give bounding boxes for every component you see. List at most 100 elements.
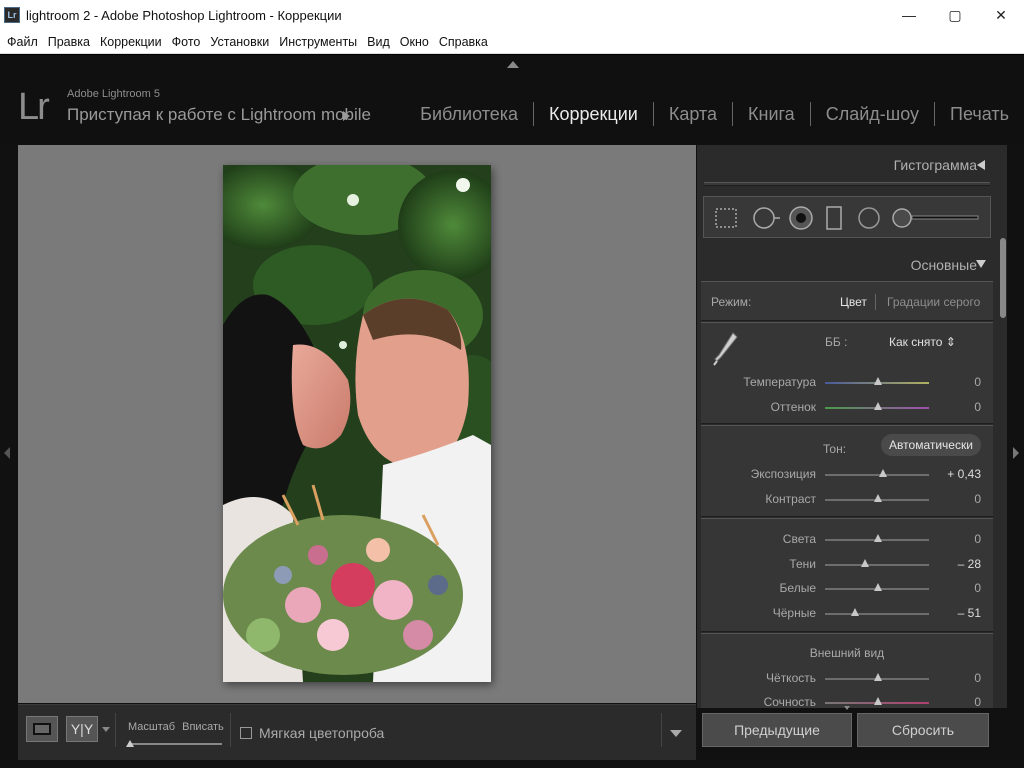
before-after-button[interactable]: Y|Y bbox=[66, 716, 98, 742]
shadows-label: Тени bbox=[789, 557, 816, 571]
tint-value[interactable]: 0 bbox=[931, 400, 981, 414]
menu-help[interactable]: Справка bbox=[436, 35, 495, 49]
zoom-slider-thumb[interactable] bbox=[126, 740, 134, 747]
exposure-value[interactable]: + 0,43 bbox=[931, 467, 981, 481]
temperature-slider-thumb[interactable] bbox=[874, 377, 882, 385]
collapse-right-panel-icon[interactable] bbox=[1013, 447, 1019, 459]
clarity-value[interactable]: 0 bbox=[931, 671, 981, 685]
treatment-label: Режим: bbox=[711, 295, 752, 309]
whites-slider-thumb[interactable] bbox=[874, 583, 882, 591]
menu-tools[interactable]: Инструменты bbox=[276, 35, 364, 49]
module-develop[interactable]: Коррекции bbox=[534, 104, 653, 125]
reset-button[interactable]: Сбросить bbox=[857, 713, 989, 747]
blacks-slider-thumb[interactable] bbox=[851, 608, 859, 616]
treatment-grayscale-option[interactable]: Градации серого bbox=[887, 295, 980, 309]
module-library[interactable]: Библиотека bbox=[405, 104, 533, 125]
exposure-slider-track[interactable] bbox=[825, 474, 929, 476]
zoom-value[interactable]: Вписать bbox=[182, 721, 224, 733]
window-controls: — ▢ ✕ bbox=[886, 0, 1024, 30]
spot-removal-icon[interactable] bbox=[752, 206, 782, 230]
basic-panel-collapse-icon[interactable] bbox=[976, 260, 986, 268]
identity-plate-text[interactable]: Приступая к работе с Lightroom mobile bbox=[67, 105, 371, 125]
develop-tool-strip bbox=[703, 196, 991, 238]
highlights-value[interactable]: 0 bbox=[931, 532, 981, 546]
tone-label: Тон: bbox=[823, 442, 847, 456]
crop-overlay-icon[interactable] bbox=[714, 206, 738, 230]
highlights-label: Света bbox=[782, 532, 816, 546]
zoom-title: Масштаб bbox=[128, 721, 176, 733]
module-slideshow[interactable]: Слайд-шоу bbox=[811, 104, 934, 125]
zoom-slider-track[interactable] bbox=[128, 743, 222, 745]
bottom-toolbar: Y|Y Масштаб Вписать Мягкая цветопроба bbox=[18, 704, 696, 760]
right-panel-scrollbar[interactable] bbox=[1000, 238, 1006, 318]
highlights-slider-thumb[interactable] bbox=[874, 534, 882, 542]
menu-settings[interactable]: Установки bbox=[207, 35, 276, 49]
blacks-label: Чёрные bbox=[772, 606, 816, 620]
tone-detail-section: Света 0 Тени – 28 Белые 0 Чёрные – 51 bbox=[701, 518, 993, 632]
toolbar-divider bbox=[115, 713, 116, 747]
basic-panel-header[interactable]: Основные bbox=[911, 257, 977, 273]
temperature-value[interactable]: 0 bbox=[931, 375, 981, 389]
white-balance-section: ББ : Как снято ⇕ Температура 0 Оттенок 0 bbox=[701, 322, 993, 424]
blacks-value[interactable]: – 51 bbox=[931, 606, 981, 620]
lightroom-version: Adobe Lightroom 5 bbox=[67, 88, 160, 100]
exposure-slider-thumb[interactable] bbox=[879, 469, 887, 477]
module-book[interactable]: Книга bbox=[733, 104, 810, 125]
loupe-view-icon bbox=[33, 723, 51, 735]
whites-value[interactable]: 0 bbox=[931, 581, 981, 595]
treatment-section: Режим: Цвет Градации серого bbox=[701, 281, 993, 321]
menu-develop[interactable]: Коррекции bbox=[97, 35, 169, 49]
collapse-top-panel-icon[interactable] bbox=[507, 61, 519, 68]
graduated-filter-icon[interactable] bbox=[824, 206, 844, 232]
histogram-collapse-icon[interactable] bbox=[977, 160, 985, 170]
module-map[interactable]: Карта bbox=[654, 104, 732, 125]
clarity-label: Чёткость bbox=[766, 671, 816, 685]
minimize-button[interactable]: — bbox=[886, 0, 932, 30]
menu-view[interactable]: Вид bbox=[364, 35, 397, 49]
lightroom-app-icon: Lr bbox=[4, 7, 20, 23]
vibrance-slider-thumb[interactable] bbox=[874, 697, 882, 705]
image-canvas[interactable] bbox=[18, 145, 696, 703]
menu-photo[interactable]: Фото bbox=[169, 35, 208, 49]
treatment-color-option[interactable]: Цвет bbox=[840, 295, 867, 309]
window-titlebar: Lr lightroom 2 - Adobe Photoshop Lightro… bbox=[0, 0, 1024, 30]
play-arrow-icon[interactable] bbox=[343, 111, 350, 121]
expand-left-panel-icon[interactable] bbox=[4, 447, 10, 459]
close-button[interactable]: ✕ bbox=[978, 0, 1024, 30]
shadows-value[interactable]: – 28 bbox=[931, 557, 981, 571]
whites-label: Белые bbox=[779, 581, 816, 595]
clarity-slider-thumb[interactable] bbox=[874, 673, 882, 681]
menu-bar: Файл Правка Коррекции Фото Установки Инс… bbox=[0, 30, 1024, 54]
menu-file[interactable]: Файл bbox=[4, 35, 45, 49]
histogram-header[interactable]: Гистограмма bbox=[894, 157, 977, 173]
lightroom-logo: Lr bbox=[18, 86, 50, 128]
module-print[interactable]: Печать bbox=[935, 104, 1024, 125]
blacks-slider-track[interactable] bbox=[825, 613, 929, 615]
loupe-view-button[interactable] bbox=[26, 716, 58, 742]
photo-preview[interactable] bbox=[223, 165, 491, 682]
soft-proofing-checkbox[interactable] bbox=[240, 727, 252, 739]
radial-filter-icon[interactable] bbox=[856, 206, 882, 232]
auto-tone-button[interactable]: Автоматически bbox=[881, 434, 981, 456]
contrast-label: Контраст bbox=[765, 492, 816, 506]
vibrance-value[interactable]: 0 bbox=[931, 695, 981, 708]
before-after-dropdown-icon[interactable] bbox=[102, 727, 110, 732]
shadows-slider-track[interactable] bbox=[825, 564, 929, 566]
panel-end-marker-icon bbox=[844, 706, 850, 710]
contrast-value[interactable]: 0 bbox=[931, 492, 981, 506]
eyedropper-icon[interactable] bbox=[711, 329, 739, 369]
tone-section: Тон: Автоматически Экспозиция + 0,43 Кон… bbox=[701, 425, 993, 517]
wb-preset-select[interactable]: Как снято ⇕ bbox=[889, 335, 956, 349]
toolbar-content-menu-icon[interactable] bbox=[670, 730, 682, 737]
maximize-button[interactable]: ▢ bbox=[932, 0, 978, 30]
menu-window[interactable]: Окно bbox=[397, 35, 436, 49]
soft-proofing-label[interactable]: Мягкая цветопроба bbox=[259, 725, 384, 741]
previous-settings-button[interactable]: Предыдущие bbox=[702, 713, 852, 747]
adjustment-brush-icon[interactable] bbox=[892, 206, 984, 232]
tint-slider-thumb[interactable] bbox=[874, 402, 882, 410]
shadows-slider-thumb[interactable] bbox=[861, 559, 869, 567]
contrast-slider-thumb[interactable] bbox=[874, 494, 882, 502]
menu-edit[interactable]: Правка bbox=[45, 35, 97, 49]
red-eye-icon[interactable] bbox=[788, 206, 814, 232]
treatment-divider bbox=[875, 294, 876, 310]
